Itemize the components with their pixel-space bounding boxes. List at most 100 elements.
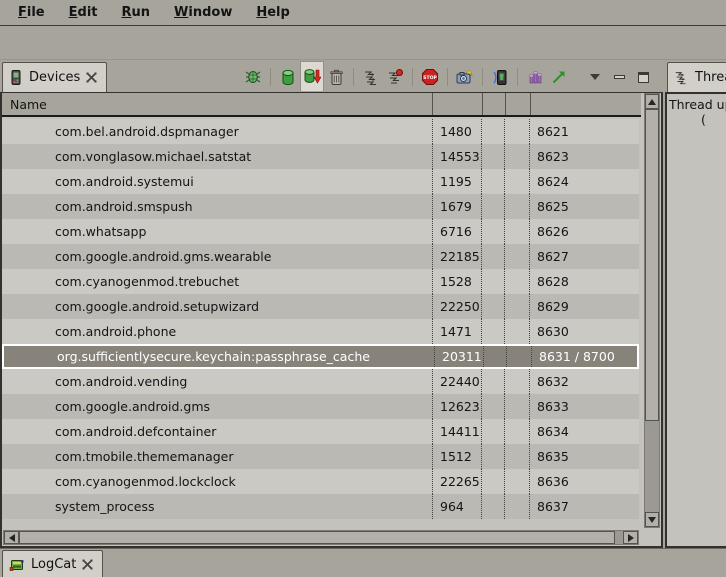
debug-attach-button[interactable] — [241, 64, 265, 90]
maximize-icon — [638, 72, 649, 83]
table-row[interactable]: com.vonglasow.michael.satstat 14553 8623 — [2, 144, 639, 169]
cell-status2 — [504, 419, 529, 444]
cell-status1 — [481, 169, 504, 194]
horizontal-scrollbar[interactable] — [3, 530, 639, 545]
table-header[interactable]: Name — [2, 93, 641, 117]
update-threads-button[interactable] — [359, 64, 383, 90]
cell-pid: 1480 — [432, 119, 481, 144]
bug-icon — [244, 68, 262, 86]
view-menu-button[interactable] — [583, 64, 607, 90]
cell-pid: 22265 — [432, 469, 481, 494]
cell-status2 — [504, 294, 529, 319]
device-phone-icon — [9, 70, 23, 85]
cell-status1 — [481, 269, 504, 294]
heap-dump-arrow-icon — [303, 68, 321, 85]
screen-record-button[interactable] — [488, 64, 512, 90]
devices-tabbar: Devices — [0, 61, 663, 92]
table-row[interactable]: com.android.systemui 1195 8624 — [2, 169, 639, 194]
screen-capture-button[interactable] — [453, 64, 477, 90]
cell-status2 — [504, 244, 529, 269]
start-method-profiling-button[interactable] — [383, 64, 407, 90]
dump-hprof-button[interactable] — [300, 61, 324, 91]
table-row[interactable]: com.cyanogenmod.trebuchet 1528 8628 — [2, 269, 639, 294]
threads-icon — [363, 69, 380, 86]
menu-window[interactable]: Window — [164, 3, 242, 22]
cell-port: 8629 — [529, 294, 639, 319]
close-icon[interactable] — [82, 559, 93, 570]
menu-file[interactable]: File — [8, 3, 55, 22]
start-tracing-button[interactable] — [547, 64, 571, 90]
main-toolbar-strip — [0, 26, 726, 60]
table-row[interactable]: com.android.smspush 1679 8625 — [2, 194, 639, 219]
cell-pid: 14553 — [432, 144, 481, 169]
table-row[interactable]: org.sufficientlysecure.keychain:passphra… — [2, 344, 639, 369]
cell-status2 — [504, 469, 529, 494]
horizontal-scroll-thumb[interactable] — [19, 531, 615, 544]
cell-pid: 1471 — [432, 319, 481, 344]
cell-name: com.android.smspush — [2, 199, 432, 214]
cell-status1 — [481, 144, 504, 169]
table-row[interactable]: com.google.android.setupwizard 22250 862… — [2, 294, 639, 319]
cell-port: 8637 — [529, 494, 639, 519]
cell-name: com.google.android.gms.wearable — [2, 249, 432, 264]
cell-pid: 22250 — [432, 294, 481, 319]
toolbar-separator — [517, 68, 518, 86]
scroll-right-button[interactable] — [623, 531, 638, 544]
vertical-scroll-thumb[interactable] — [645, 109, 659, 421]
close-icon[interactable] — [86, 72, 97, 83]
tab-threads[interactable]: Threads — [667, 62, 726, 92]
cell-pid: 1512 — [432, 444, 481, 469]
minimize-button[interactable] — [607, 64, 631, 90]
cell-port: 8630 — [529, 319, 639, 344]
menu-help[interactable]: Help — [246, 3, 299, 22]
maximize-button[interactable] — [631, 64, 655, 90]
cell-port: 8634 — [529, 419, 639, 444]
cell-status1 — [481, 294, 504, 319]
table-row[interactable]: com.google.android.gms 12623 8633 — [2, 394, 639, 419]
stop-process-button[interactable]: STOP — [418, 64, 442, 90]
table-row[interactable]: com.cyanogenmod.lockclock 22265 8636 — [2, 469, 639, 494]
cell-name: com.android.phone — [2, 324, 432, 339]
cell-pid: 6716 — [432, 219, 481, 244]
tab-devices[interactable]: Devices — [2, 62, 107, 92]
profiling-columns-button[interactable] — [523, 64, 547, 90]
table-row[interactable]: com.bel.android.dspmanager 1480 8621 — [2, 119, 639, 144]
toolbar-separator — [412, 68, 413, 86]
table-row[interactable]: com.android.defcontainer 14411 8634 — [2, 419, 639, 444]
cell-pid: 1679 — [432, 194, 481, 219]
cell-pid: 14411 — [432, 419, 481, 444]
menu-edit[interactable]: Edit — [59, 3, 108, 22]
tab-devices-label: Devices — [29, 70, 80, 85]
cell-port: 8631 / 8700 — [531, 346, 637, 367]
update-heap-button[interactable] — [276, 64, 300, 90]
table-row[interactable]: com.tmobile.thememanager 1512 8635 — [2, 444, 639, 469]
toolbar-separator — [447, 68, 448, 86]
table-row[interactable]: com.android.vending 22440 8632 — [2, 369, 639, 394]
table-row[interactable]: com.whatsapp 6716 8626 — [2, 219, 639, 244]
cell-port: 8636 — [529, 469, 639, 494]
scroll-left-button[interactable] — [4, 531, 19, 544]
scroll-up-button[interactable] — [645, 94, 659, 109]
toolbar-separator — [353, 68, 354, 86]
vertical-scrollbar[interactable] — [644, 93, 660, 528]
scroll-down-button[interactable] — [645, 512, 659, 527]
menu-run[interactable]: Run — [112, 3, 161, 22]
ddms-window: File Edit Run Window Help Devices — [0, 0, 726, 577]
stop-sign-icon: STOP — [421, 68, 439, 86]
cell-pid: 12623 — [432, 394, 481, 419]
cell-port: 8632 — [529, 369, 639, 394]
garbage-collect-button[interactable] — [324, 64, 348, 90]
cell-status1 — [481, 394, 504, 419]
cell-status2 — [504, 494, 529, 519]
table-row[interactable]: com.android.phone 1471 8630 — [2, 319, 639, 344]
table-row[interactable]: system_process 964 8637 — [2, 494, 639, 519]
cell-status1 — [481, 319, 504, 344]
tab-logcat[interactable]: LogCat — [2, 550, 103, 577]
cell-status1 — [481, 444, 504, 469]
threads-content: Thread up ( — [665, 92, 726, 548]
devices-table: Name com.bel.android.dspmanager 1480 862… — [0, 92, 663, 548]
cell-name: com.whatsapp — [2, 224, 432, 239]
table-row[interactable]: com.google.android.gms.wearable 22185 86… — [2, 244, 639, 269]
column-header-name[interactable]: Name — [2, 97, 47, 112]
cell-pid: 1528 — [432, 269, 481, 294]
